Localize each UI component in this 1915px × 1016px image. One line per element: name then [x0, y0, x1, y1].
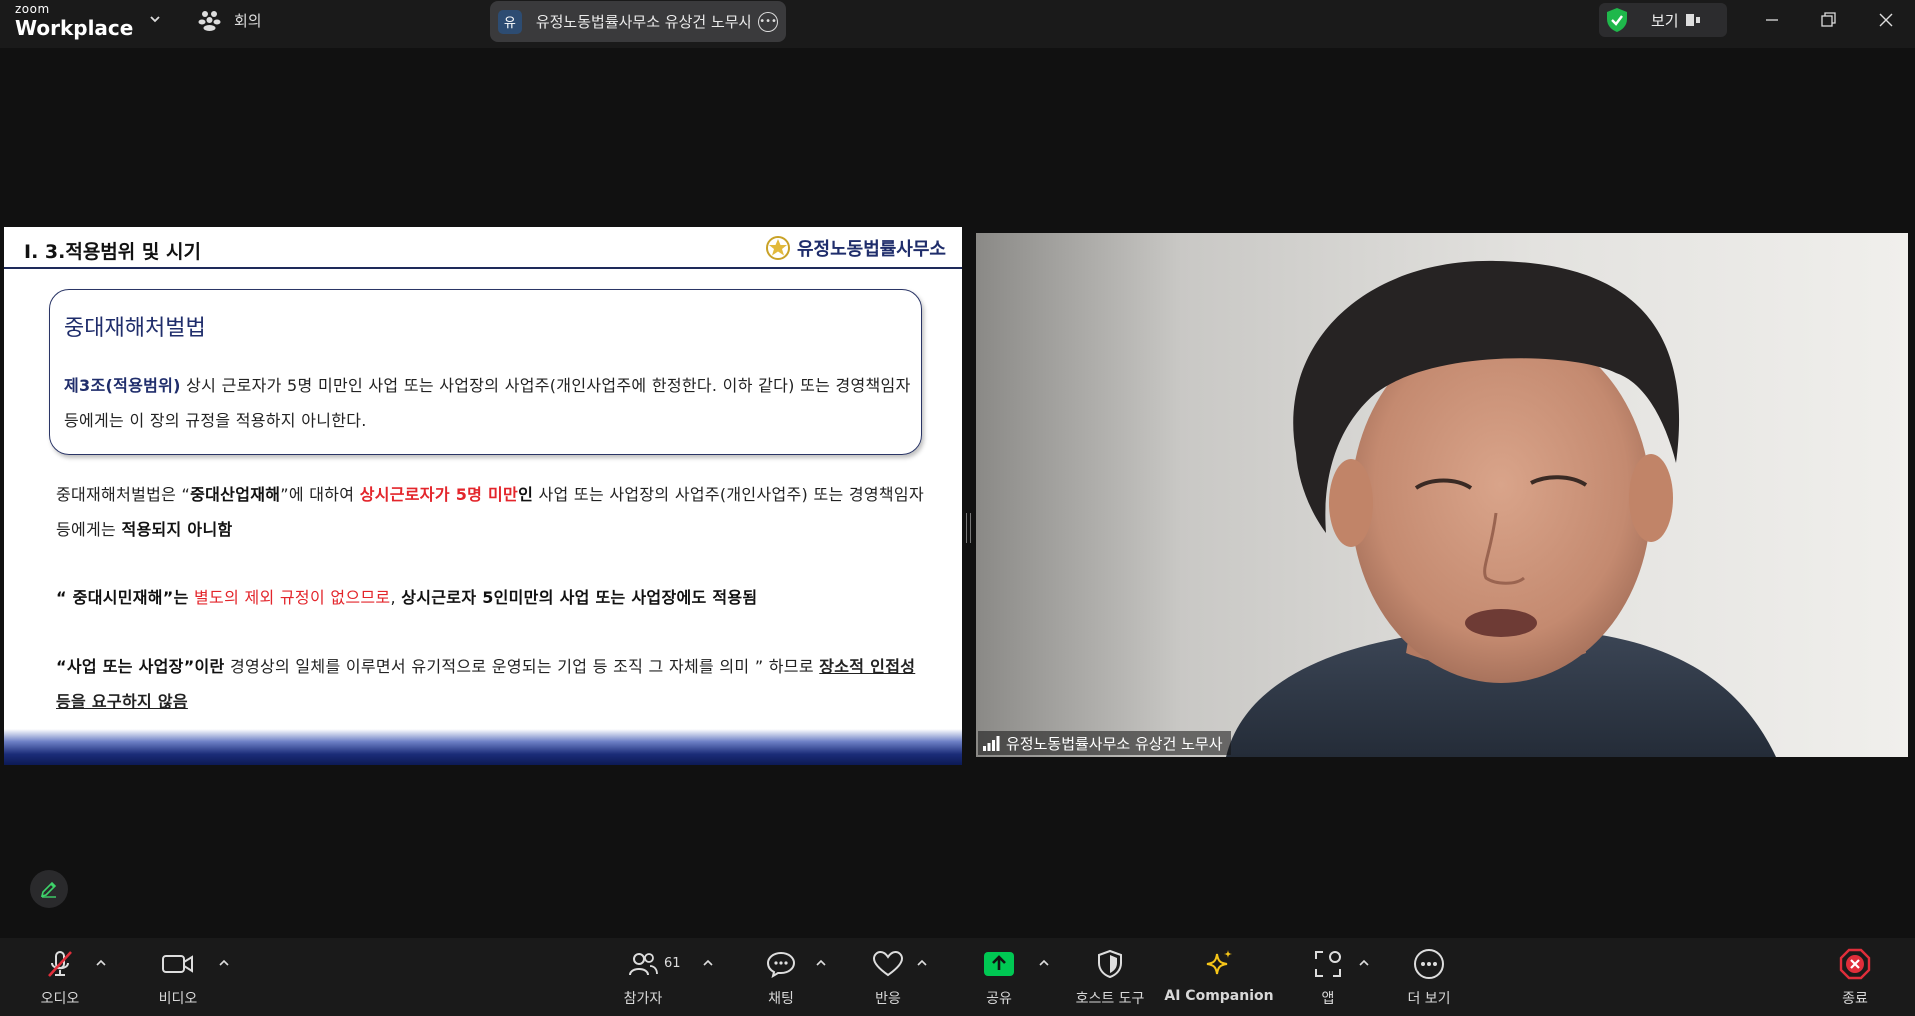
reactions-label: 반응	[875, 991, 901, 1007]
apps-label: 앱	[1321, 991, 1335, 1007]
chevron-up-icon[interactable]	[217, 958, 231, 968]
participant-video-feed	[1226, 260, 1776, 757]
people-icon	[198, 11, 221, 31]
meeting-toolbar: 오디오 비디오 참가자 61 채팅 반응 공유 호스트 도구 AI Compan…	[0, 938, 1915, 1016]
share-button[interactable]: 공유	[949, 946, 1049, 1008]
more-dots-icon	[1414, 949, 1444, 979]
title-bar: zoom Workplace 회의 유 유정노동법률사무소 유상건 노무사 ••…	[0, 0, 1915, 48]
article-label: 제3조(적용범위)	[64, 376, 181, 395]
end-label: 종료	[1842, 991, 1868, 1007]
meetings-menu[interactable]: 회의	[198, 9, 262, 31]
host-avatar: 유	[498, 9, 522, 34]
logo-workplace-text: Workplace	[15, 16, 134, 40]
signal-strength-icon	[983, 736, 1000, 751]
chat-bubble-icon	[766, 951, 796, 978]
view-label: 보기	[1651, 11, 1679, 30]
firm-name: 유정노동법률사무소	[796, 239, 946, 260]
participants-label: 참가자	[623, 991, 663, 1007]
law-article-box: 중대재해처벌법 제3조(적용범위) 상시 근로자가 5명 미만인 사업 또는 사…	[49, 289, 922, 455]
chat-label: 채팅	[768, 991, 794, 1007]
slide-paragraph-1: 중대재해처벌법은 “중대산업재해”에 대하여 상시근로자가 5명 미만인 사업 …	[56, 477, 926, 547]
end-meeting-button[interactable]: 종료	[1805, 946, 1905, 1008]
p3-bold-term: “사업 또는 사업장”이란	[56, 657, 225, 676]
chevron-up-icon[interactable]	[915, 958, 929, 968]
more-label: 더 보기	[1407, 991, 1451, 1007]
zoom-workplace-logo[interactable]: zoom Workplace	[15, 2, 134, 41]
chevron-up-icon[interactable]	[94, 958, 108, 968]
participants-count: 61	[664, 956, 681, 971]
apps-button[interactable]: 앱	[1278, 946, 1378, 1008]
participant-name-tag: 유정노동법률사무소 유상건 노무사	[978, 731, 1231, 755]
slide-header: Ⅰ. 3.적용범위 및 시기 유정노동법률사무소	[4, 227, 962, 269]
ai-companion-label: AI Companion	[1164, 988, 1274, 1004]
firm-logo: 유정노동법률사무소	[765, 235, 946, 261]
p1-text-a: 중대재해처벌법은 “	[56, 485, 191, 504]
participants-icon	[629, 953, 658, 976]
chevron-down-icon[interactable]	[148, 12, 162, 26]
meetings-label: 회의	[234, 11, 262, 30]
ai-companion-button[interactable]: AI Companion	[1164, 946, 1274, 1004]
chevron-up-icon[interactable]	[701, 958, 715, 968]
more-button[interactable]: 더 보기	[1379, 946, 1479, 1008]
p2-bold-term: “ 중대시민재해”는	[56, 588, 189, 607]
p1-text-c: ”에 대하여	[280, 485, 360, 504]
chat-button[interactable]: 채팅	[731, 946, 831, 1008]
chevron-up-icon[interactable]	[814, 958, 828, 968]
p2-red-text: 별도의 제외 규정이 없으므로	[188, 588, 391, 607]
p2-bold-end: 상시근로자 5인미만의 사업 또는 사업장에도 적용됨	[401, 588, 758, 607]
host-tools-button[interactable]: 호스트 도구	[1060, 946, 1160, 1008]
law-article-text: 제3조(적용범위) 상시 근로자가 5명 미만인 사업 또는 사업장의 사업주(…	[64, 368, 912, 438]
p1-bold-end: 적용되지 아니함	[121, 520, 233, 539]
p3-text-b: 경영상의 일체를 이루면서 유기적으로 운영되는 기업 등 조직 그 자체를 의…	[224, 657, 820, 676]
view-pill[interactable]: 보기	[1599, 3, 1727, 37]
participant-name: 유정노동법률사무소 유상건 노무사	[1006, 734, 1223, 753]
meeting-title: 유정노동법률사무소 유상건 노무사	[535, 13, 751, 31]
share-label: 공유	[986, 991, 1012, 1007]
p1-bold-term: 중대산업재해	[190, 485, 281, 504]
share-screen-icon	[984, 952, 1014, 976]
slide-footer-gradient	[4, 729, 962, 765]
zoom-window: zoom Workplace 회의 유 유정노동법률사무소 유상건 노무사 ••…	[0, 0, 1915, 1016]
p1-red-highlight: 상시근로자가 5명 미만	[359, 485, 519, 504]
minimize-icon[interactable]	[1760, 8, 1784, 32]
article-body: 상시 근로자가 5명 미만인 사업 또는 사업장의 사업주(개인사업주에 한정한…	[64, 376, 911, 430]
video-label: 비디오	[158, 991, 198, 1007]
restore-icon[interactable]	[1816, 8, 1840, 32]
audio-label: 오디오	[40, 991, 80, 1007]
close-icon[interactable]	[1874, 8, 1898, 32]
shield-icon	[1098, 949, 1122, 979]
slide-paragraph-3: “사업 또는 사업장”이란 경영상의 일체를 이루면서 유기적으로 운영되는 기…	[56, 649, 926, 719]
end-call-icon	[1839, 948, 1871, 980]
chevron-up-icon[interactable]	[1037, 958, 1051, 968]
microphone-muted-icon	[48, 951, 72, 977]
split-resize-handle[interactable]	[966, 513, 971, 543]
host-tools-label: 호스트 도구	[1075, 991, 1145, 1007]
shared-slide: Ⅰ. 3.적용범위 및 시기 유정노동법률사무소 중대재해처벌법 제3조(적용범…	[4, 227, 962, 765]
firm-emblem-icon	[765, 236, 790, 260]
sparkle-icon	[1206, 950, 1232, 975]
chevron-up-icon[interactable]	[1357, 958, 1371, 968]
reactions-button[interactable]: 반응	[838, 946, 938, 1008]
pencil-icon	[40, 881, 57, 898]
video-button[interactable]: 비디오	[128, 946, 228, 1008]
participant-video-tile[interactable]: 유정노동법률사무소 유상건 노무사	[976, 233, 1908, 757]
video-camera-icon	[162, 955, 193, 973]
security-shield-icon[interactable]	[1605, 7, 1629, 33]
logo-zoom-text: zoom	[15, 2, 50, 16]
p2-comma: ,	[390, 588, 402, 607]
law-name: 중대재해처벌법	[64, 316, 206, 341]
more-options-icon[interactable]: •••	[758, 11, 778, 32]
slide-paragraph-2: “ 중대시민재해”는 별도의 제외 규정이 없으므로, 상시근로자 5인미만의 …	[56, 580, 926, 615]
slide-section-title: Ⅰ. 3.적용범위 및 시기	[24, 241, 201, 263]
annotate-button[interactable]	[30, 870, 68, 908]
heart-icon	[872, 950, 904, 977]
audio-button[interactable]: 오디오	[10, 946, 110, 1008]
meeting-info-pill[interactable]: 유 유정노동법률사무소 유상건 노무사 •••	[490, 1, 786, 42]
apps-grid-icon	[1315, 951, 1341, 977]
view-layout-icon	[1685, 14, 1700, 26]
p1-bold-suffix: 인	[518, 485, 534, 504]
